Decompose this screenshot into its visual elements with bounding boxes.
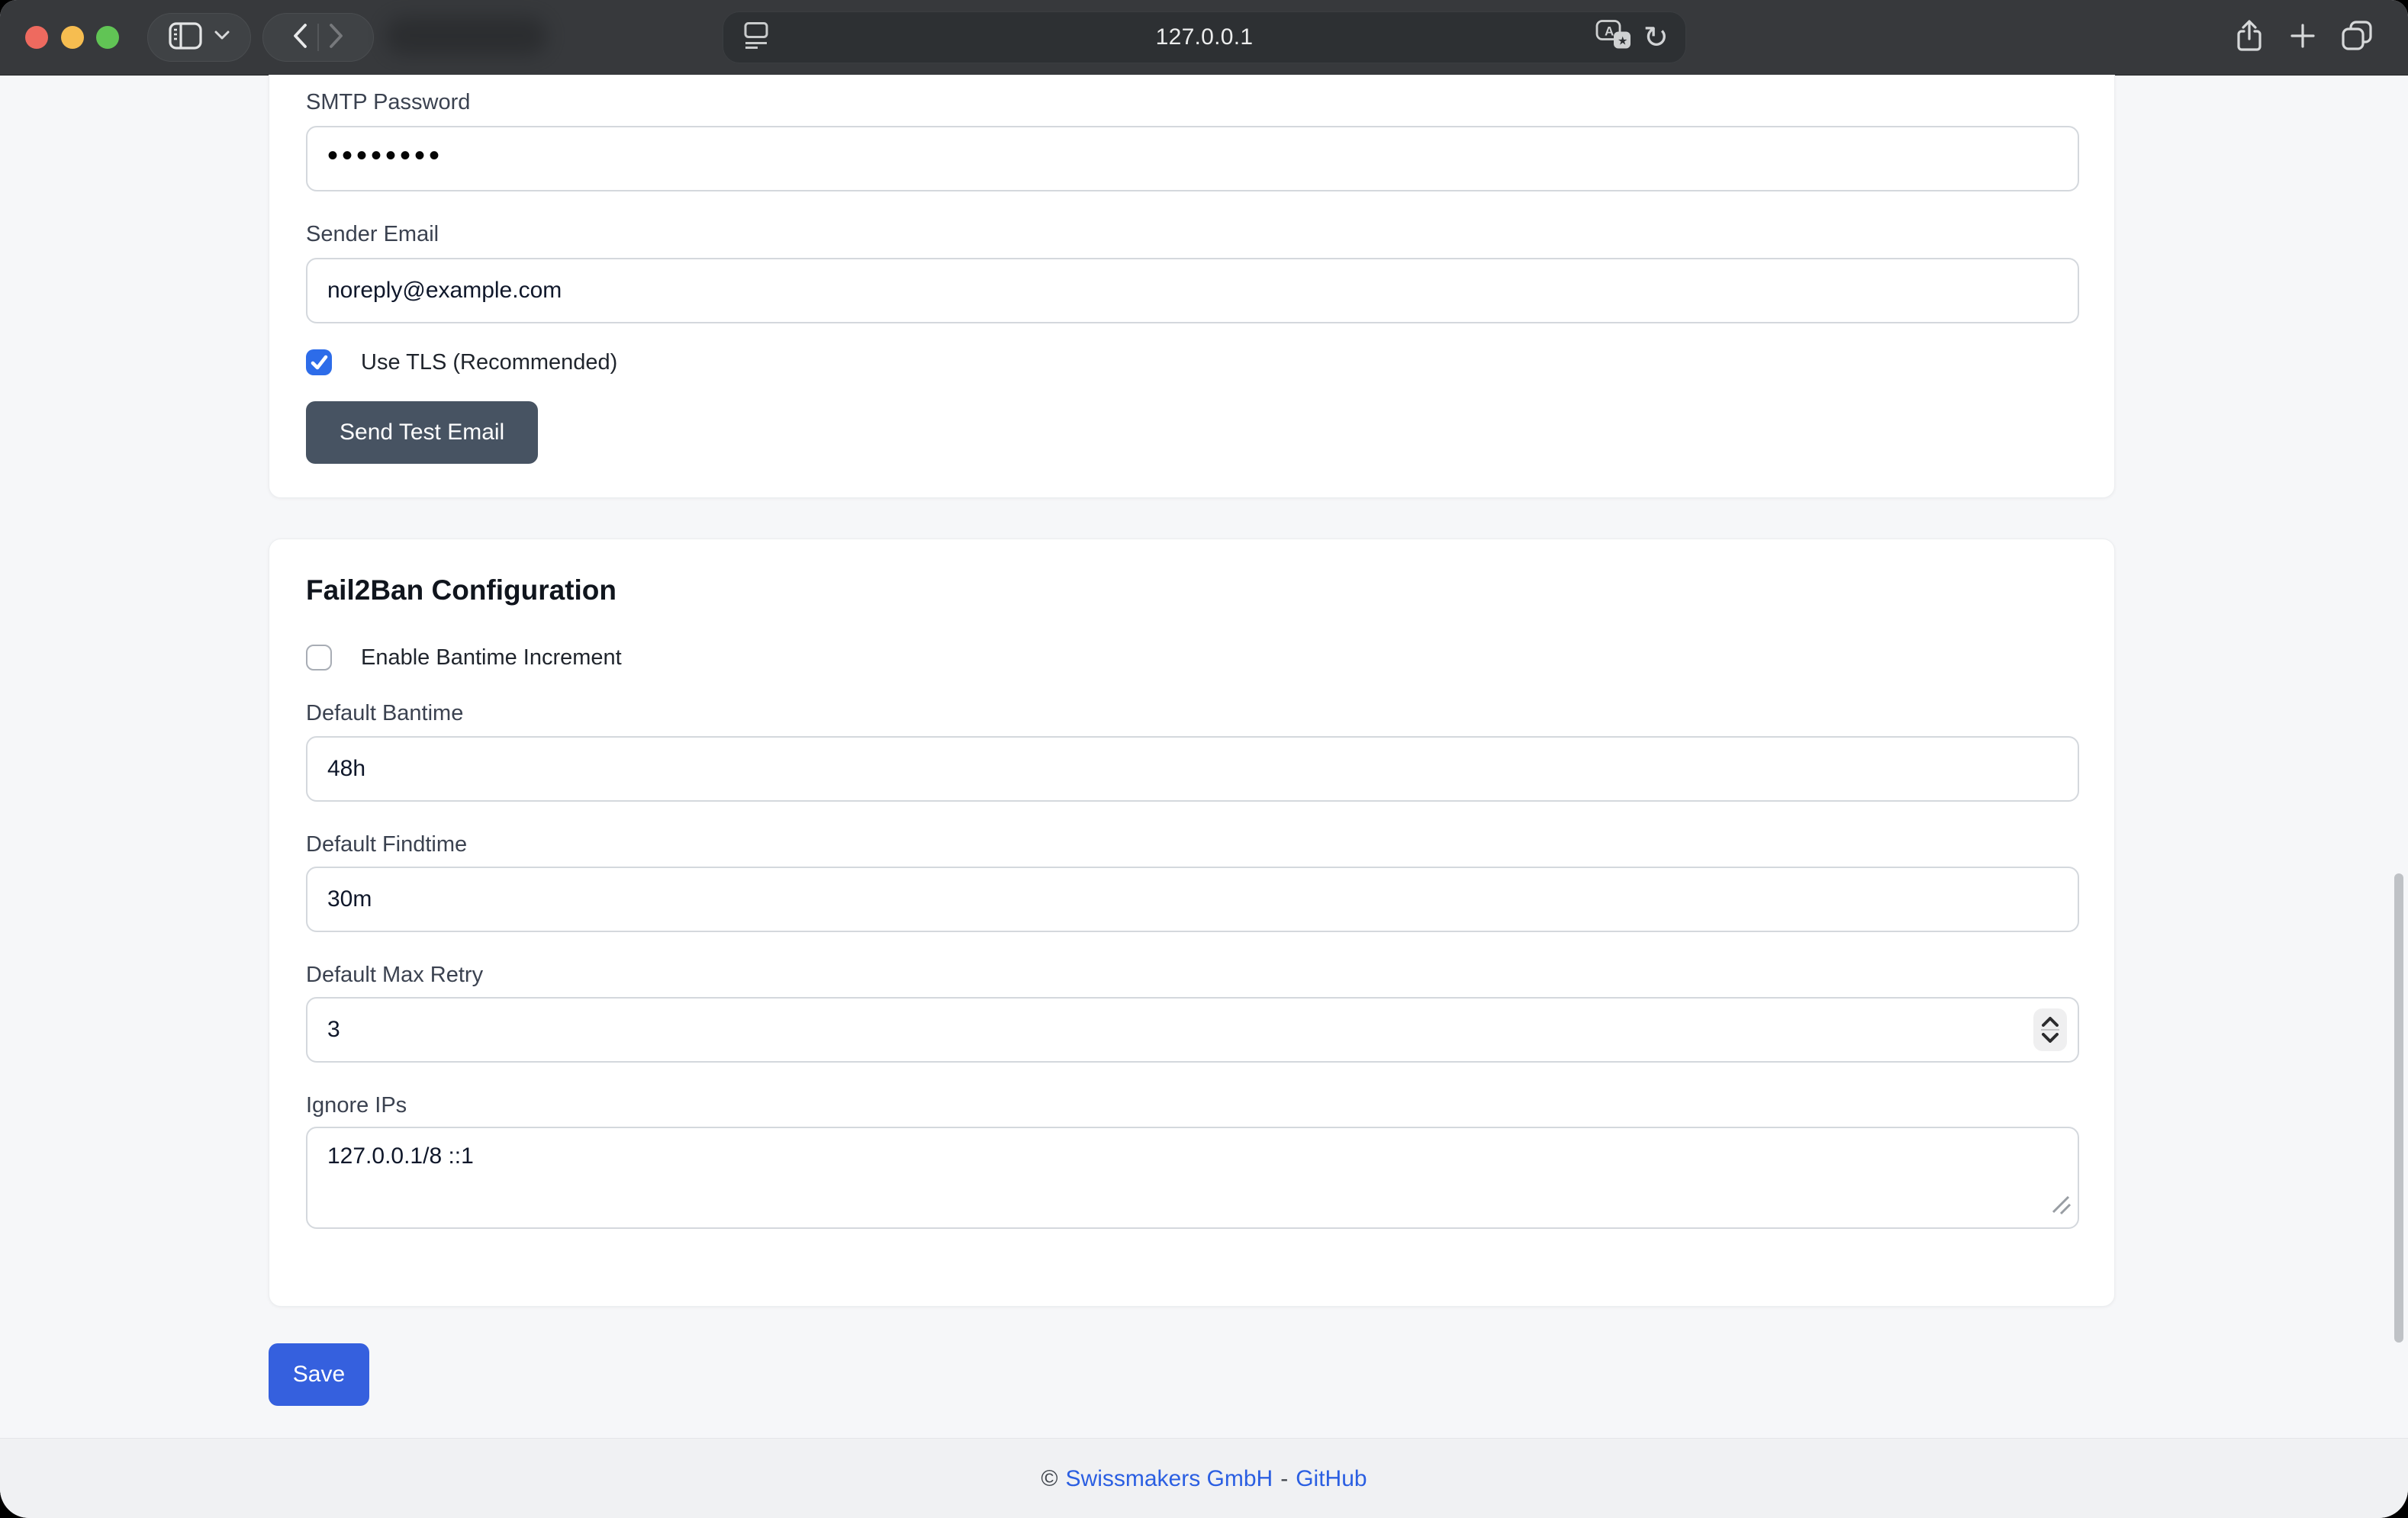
fail2ban-config-card: Fail2Ban Configuration Enable Bantime In…	[269, 539, 2115, 1307]
ignore-ips-label: Ignore IPs	[306, 1093, 407, 1118]
zoom-window-button[interactable]	[96, 26, 119, 49]
save-button[interactable]: Save	[269, 1343, 369, 1406]
browser-window: 127.0.0.1 A ★ ↻	[0, 0, 2408, 1518]
enable-bantime-increment-label: Enable Bantime Increment	[361, 645, 622, 671]
number-stepper[interactable]	[2033, 1008, 2067, 1051]
default-bantime-input[interactable]: 48h	[306, 736, 2079, 802]
close-window-button[interactable]	[25, 26, 48, 49]
reload-icon[interactable]: ↻	[1643, 22, 1669, 53]
nav-divider	[317, 24, 319, 51]
share-button[interactable]	[2233, 18, 2266, 58]
default-bantime-label: Default Bantime	[306, 701, 463, 726]
history-nav-group	[262, 13, 374, 62]
stepper-down-icon	[2042, 1033, 2059, 1043]
sender-email-input[interactable]: noreply@example.com	[306, 258, 2079, 323]
smtp-password-input[interactable]: ••••••••	[306, 126, 2079, 191]
use-tls-row: Use TLS (Recommended)	[306, 349, 617, 375]
smtp-settings-card: SMTP Password •••••••• Sender Email nore…	[269, 75, 2115, 498]
company-link[interactable]: Swissmakers GmbH	[1066, 1466, 1273, 1492]
svg-text:A: A	[1605, 24, 1614, 39]
minimize-window-button[interactable]	[61, 26, 84, 49]
url-text[interactable]: 127.0.0.1	[723, 12, 1685, 63]
sidebar-toggle-button[interactable]	[147, 13, 251, 62]
resize-handle-icon[interactable]	[2050, 1194, 2072, 1221]
svg-text:★: ★	[1618, 34, 1627, 48]
sidebar-icon	[169, 22, 202, 53]
ignore-ips-textarea[interactable]: 127.0.0.1/8 ::1	[306, 1127, 2079, 1229]
page-footer: © Swissmakers GmbH - GitHub	[0, 1438, 2408, 1518]
use-tls-label: Use TLS (Recommended)	[361, 350, 617, 375]
browser-toolbar: 127.0.0.1 A ★ ↻	[0, 0, 2408, 76]
stepper-up-icon	[2042, 1017, 2059, 1027]
copyright-symbol: ©	[1041, 1466, 1058, 1492]
send-test-email-button[interactable]: Send Test Email	[306, 401, 538, 464]
fail2ban-heading: Fail2Ban Configuration	[306, 574, 616, 606]
tab-overview-button[interactable]	[2339, 19, 2374, 56]
default-max-retry-label: Default Max Retry	[306, 963, 483, 988]
address-bar[interactable]: 127.0.0.1 A ★ ↻	[723, 11, 1686, 63]
new-tab-button[interactable]	[2289, 22, 2316, 53]
footer-separator: -	[1280, 1466, 1288, 1492]
sender-email-label: Sender Email	[306, 222, 439, 247]
translate-icon[interactable]: A ★	[1595, 20, 1632, 56]
enable-bantime-increment-checkbox[interactable]	[306, 645, 332, 671]
blurred-window-title	[385, 17, 547, 55]
default-max-retry-input[interactable]: 3	[306, 997, 2079, 1063]
use-tls-checkbox[interactable]	[306, 349, 332, 375]
default-findtime-label: Default Findtime	[306, 832, 467, 857]
scrollbar-thumb[interactable]	[2394, 873, 2403, 1343]
forward-button[interactable]	[328, 23, 345, 53]
chevron-down-icon	[214, 31, 230, 44]
default-findtime-input[interactable]: 30m	[306, 867, 2079, 932]
back-button[interactable]	[291, 23, 308, 53]
bantime-increment-row: Enable Bantime Increment	[306, 645, 622, 671]
smtp-password-label: SMTP Password	[306, 90, 470, 115]
github-link[interactable]: GitHub	[1296, 1466, 1367, 1492]
